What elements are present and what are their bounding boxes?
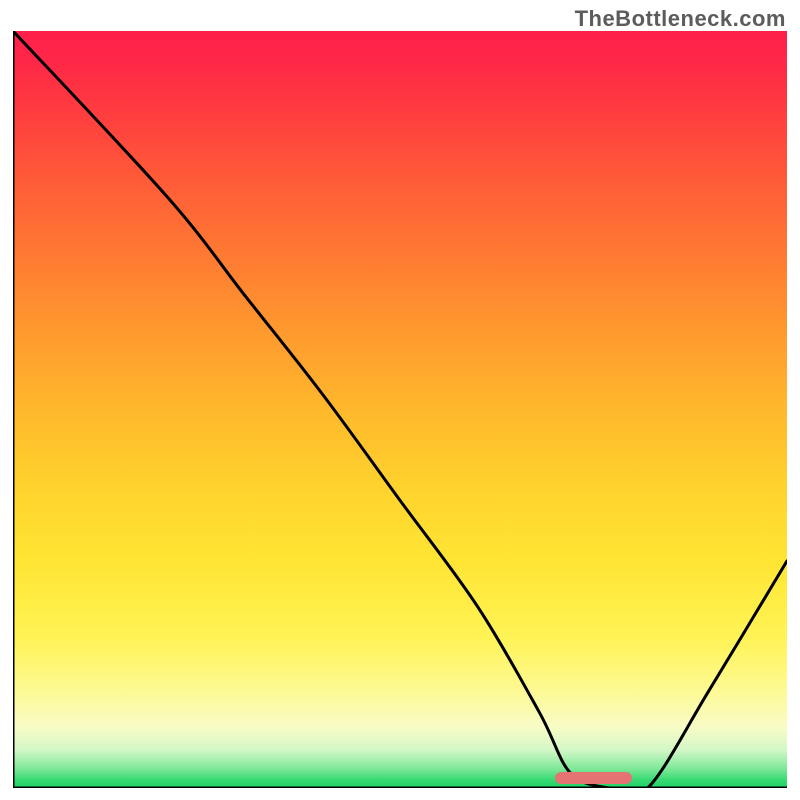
optimal-range-marker (555, 772, 632, 784)
chart-plot-area (13, 31, 787, 788)
watermark-text: TheBottleneck.com (575, 6, 786, 32)
chart-background-gradient (13, 31, 787, 788)
